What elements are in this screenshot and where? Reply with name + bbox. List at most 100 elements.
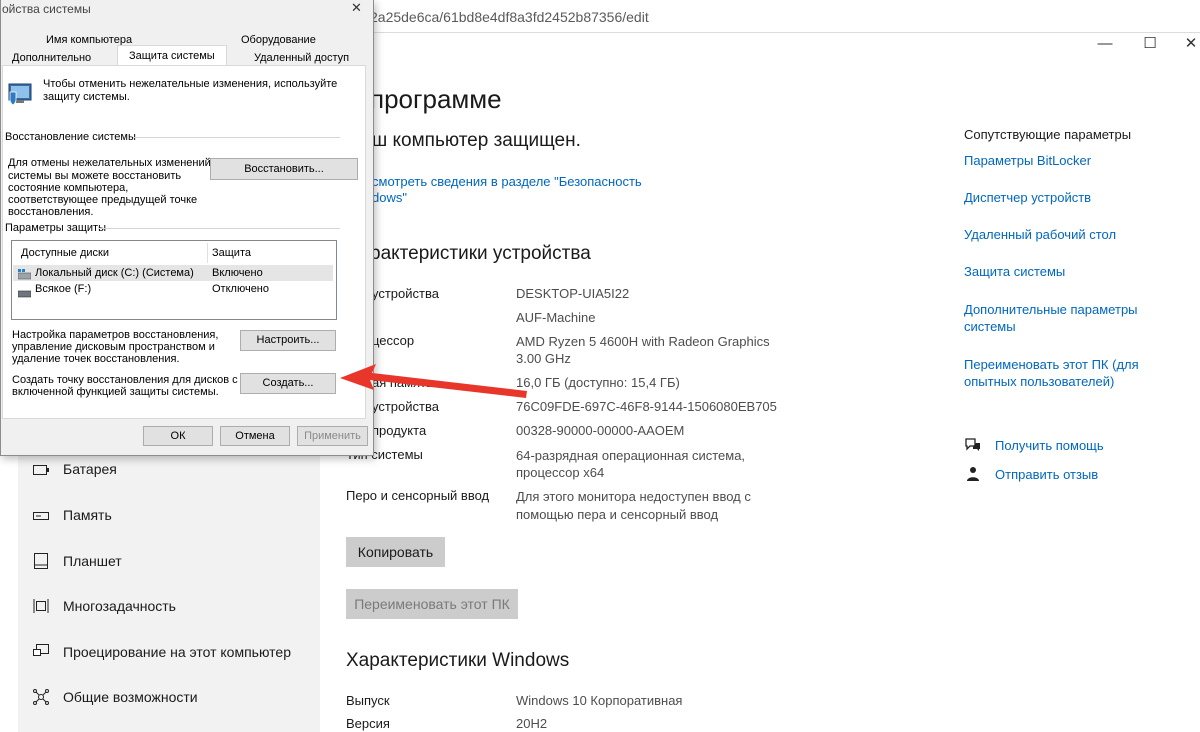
spec-label: Перо и сенсорный ввод <box>346 488 490 503</box>
group-divider <box>133 137 340 138</box>
restore-group-label: Восстановление системы <box>5 131 136 143</box>
battery-icon <box>32 461 50 479</box>
restore-text: Для отмены нежелательных изменений <box>8 157 211 169</box>
disk-state: Отключено <box>212 283 269 295</box>
create-text: включенной функцией защиты системы. <box>12 386 219 398</box>
spec-value: процессор x64 <box>516 465 605 480</box>
get-help-link[interactable]: Получить помощь <box>995 437 1104 454</box>
create-text: Создать точку восстановления для дисков … <box>12 374 238 386</box>
advanced-system-settings-link[interactable]: Дополнительные параметры <box>964 301 1138 318</box>
close-window-button[interactable]: ✕ <box>1168 34 1200 58</box>
col-divider <box>207 243 208 263</box>
nav-item-projection[interactable]: Проецирование на этот компьютер <box>18 631 320 677</box>
spec-value: AMD Ryzen 5 4600H with Radeon Graphics <box>516 334 770 349</box>
winspec-value: 20H2 <box>516 716 548 731</box>
restore-text: состояние компьютера, <box>8 182 129 194</box>
windows-specs-title: Характеристики Windows <box>346 650 570 671</box>
tablet-icon <box>32 553 50 571</box>
spec-value: 00328-90000-00000-AAOEM <box>516 423 685 438</box>
col-protection-header[interactable]: Защита <box>212 247 251 259</box>
disk-name[interactable]: Локальный диск (C:) (Система) <box>35 267 194 279</box>
cancel-button[interactable]: Отмена <box>220 426 290 446</box>
intro-text: Чтобы отменить нежелательные изменения, … <box>43 78 338 90</box>
ok-button[interactable]: ОК <box>143 426 213 446</box>
system-protection-icon <box>6 78 36 108</box>
nav-label: Общие возможности <box>63 689 198 705</box>
shared-experiences-icon <box>32 689 50 707</box>
disk-state: Включено <box>212 267 263 279</box>
spec-label: цессор <box>372 333 415 348</box>
dialog-close-button[interactable]: ✕ <box>351 0 362 16</box>
system-drive-icon <box>17 267 32 280</box>
intro-text-cont: защиту системы. <box>43 91 130 103</box>
rename-pc-advanced-link-cont[interactable]: опытных пользователей) <box>964 373 1114 390</box>
device-manager-link[interactable]: Диспетчер устройств <box>964 189 1091 206</box>
nav-item-tablet[interactable]: Планшет <box>18 540 320 586</box>
disk-name[interactable]: Всякое (F:) <box>35 283 91 295</box>
nav-label: Батарея <box>63 461 117 477</box>
restore-button[interactable]: Восстановить... <box>210 158 358 180</box>
advanced-system-settings-link-cont[interactable]: системы <box>964 318 1016 335</box>
nav-label: Многозадачность <box>63 598 176 614</box>
restore-text: соответствующее предыдущей точке <box>8 194 198 206</box>
tab-remote[interactable]: Удаленный доступ <box>254 52 349 64</box>
create-restore-point-button[interactable]: Создать... <box>240 373 336 394</box>
configure-text: управление дисковым пространством и <box>12 341 215 353</box>
system-protection-link[interactable]: Защита системы <box>964 263 1065 280</box>
spec-value: 76C09FDE-697C-46F8-9144-1506080EB705 <box>516 399 777 414</box>
spec-label: устройства <box>372 286 439 301</box>
disk-list[interactable]: Доступные диски Защита Локальный диск (C… <box>11 240 337 320</box>
protection-group-label: Параметры защиты <box>5 222 106 234</box>
feedback-icon <box>964 466 982 482</box>
winspec-label: Выпуск <box>346 693 390 708</box>
drive-icon <box>17 285 32 298</box>
related-settings-title: Сопутствующие параметры <box>964 127 1132 142</box>
page-title: программе <box>370 84 502 114</box>
protection-status: ш компьютер защищен. <box>372 130 581 151</box>
rename-pc-advanced-link[interactable]: Переименовать этот ПК (для <box>964 356 1139 373</box>
security-link[interactable]: смотреть сведения в разделе "Безопасност… <box>372 174 642 189</box>
annotation-arrow <box>340 364 527 398</box>
nav-label: Память <box>63 507 112 523</box>
spec-value: Для этого монитора недоступен ввод с <box>516 489 751 504</box>
bitlocker-link[interactable]: Параметры BitLocker <box>964 152 1091 169</box>
minimize-button[interactable]: — <box>1082 34 1128 58</box>
multitasking-icon <box>32 598 50 616</box>
help-icon <box>964 437 982 453</box>
spec-value: 16,0 ГБ (доступно: 15,4 ГБ) <box>516 375 680 390</box>
dialog-title: ойства системы <box>2 2 91 16</box>
spec-value: помощью пера и сенсорный ввод <box>516 507 719 522</box>
col-disks-header[interactable]: Доступные диски <box>21 247 109 259</box>
system-properties-dialog: ойства системы ✕ Имя компьютера Оборудов… <box>0 0 374 456</box>
nav-label: Проецирование на этот компьютер <box>63 644 291 660</box>
winspec-value: Windows 10 Корпоративная <box>516 693 683 708</box>
nav-item-multitasking[interactable]: Многозадачность <box>18 585 320 631</box>
security-link-cont[interactable]: dows" <box>372 190 407 205</box>
url-text: 2a25de6ca/61bd8e4df8a3fd2452b87356/edit <box>370 9 649 25</box>
group-divider <box>99 228 340 229</box>
tab-hardware[interactable]: Оборудование <box>241 34 316 46</box>
spec-value: AUF-Machine <box>516 310 596 325</box>
spec-label: продукта <box>372 423 427 438</box>
restore-text: восстановления. <box>8 206 94 218</box>
nav-label: Планшет <box>63 553 122 569</box>
projection-icon <box>32 644 50 662</box>
rename-pc-button[interactable]: Переименовать этот ПК <box>346 589 518 619</box>
remote-desktop-link[interactable]: Удаленный рабочий стол <box>964 226 1116 243</box>
configure-text: Настройка параметров восстановления, <box>12 329 219 341</box>
spec-value: DESKTOP-UIA5I22 <box>516 286 630 301</box>
nav-item-shared-experiences[interactable]: Общие возможности <box>18 676 320 722</box>
tab-system-protection[interactable]: Защита системы <box>129 50 215 62</box>
copy-button[interactable]: Копировать <box>346 537 445 567</box>
maximize-button[interactable]: ☐ <box>1127 34 1173 58</box>
send-feedback-link[interactable]: Отправить отзыв <box>995 466 1098 483</box>
spec-value: 64-разрядная операционная система, <box>516 448 746 463</box>
winspec-label: Версия <box>346 716 390 731</box>
storage-icon <box>32 507 50 525</box>
configure-text: удаление точек восстановления. <box>12 353 180 365</box>
restore-text: системы вы можете восстановить <box>8 170 182 182</box>
apply-button[interactable]: Применить <box>297 426 368 446</box>
configure-button[interactable]: Настроить... <box>240 330 336 351</box>
tab-advanced[interactable]: Дополнительно <box>12 52 91 64</box>
nav-item-storage[interactable]: Память <box>18 494 320 540</box>
